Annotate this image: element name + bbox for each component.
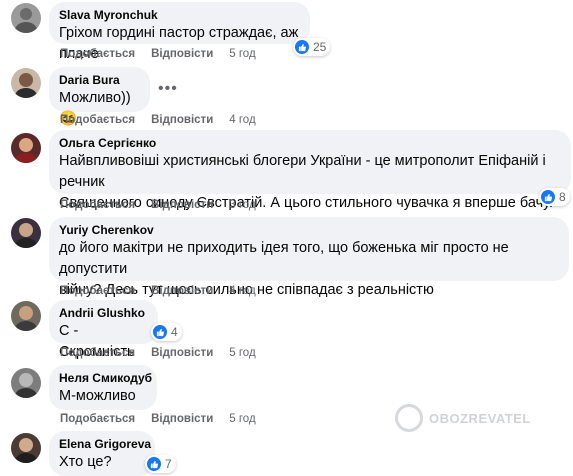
comment-time[interactable]: 4 год (229, 114, 255, 126)
reply-button[interactable]: Відповісти (151, 285, 213, 297)
more-options-icon[interactable]: ••• (158, 80, 178, 98)
avatar[interactable] (11, 133, 41, 163)
comment-text-line: до його макітри не приходить ідея того, … (59, 240, 509, 277)
avatar[interactable] (11, 68, 41, 98)
like-icon (541, 190, 555, 204)
reaction-count[interactable]: 4 (151, 323, 182, 341)
comment-bubble: Daria Bura Можливо)) 😆 (49, 67, 150, 127)
comment-time[interactable]: 5 год (229, 347, 255, 359)
reaction-number: 4 (171, 325, 178, 339)
comment-bubble: Andrii Glushko С - Скромність (49, 300, 158, 360)
like-icon (153, 325, 167, 339)
like-icon (295, 40, 309, 54)
comment-bubble: Elena Grigoreva Хто це? (49, 431, 155, 476)
comment-author[interactable]: Andrii Glushko (59, 306, 148, 321)
avatar[interactable] (11, 301, 41, 331)
comment-text: М-можливо (59, 388, 136, 404)
like-button[interactable]: Подобається (60, 48, 135, 60)
reply-button[interactable]: Відповісти (151, 114, 213, 126)
avatar[interactable] (11, 368, 41, 398)
comment-actions: Подобається Відповісти 4 год (60, 285, 272, 297)
reply-button[interactable]: Відповісти (151, 199, 213, 211)
like-button[interactable]: Подобається (60, 413, 135, 425)
reaction-number: 7 (165, 457, 172, 471)
comment-text: Хто це? (59, 454, 112, 470)
reply-button[interactable]: Відповісти (151, 413, 213, 425)
reaction-count[interactable]: 25 (293, 38, 331, 56)
comment-actions: Подобається Відповісти 3 год (60, 199, 272, 211)
reaction-count[interactable]: 8 (539, 188, 570, 206)
comment-actions: Подобається Відповісти 4 год (60, 114, 272, 126)
comment-time[interactable]: 5 год (229, 413, 255, 425)
watermark: OBOZREVATEL (395, 404, 531, 432)
like-button[interactable]: Подобається (60, 285, 135, 297)
comment-bubble: Ольга Сергієнко Найвпливовіші християнсь… (49, 130, 571, 211)
comment-text-line: Найвпливовіші християнські блогери Украї… (59, 153, 546, 190)
comment-time[interactable]: 3 год (229, 199, 255, 211)
reaction-number: 25 (313, 40, 327, 54)
comment-actions: Подобається Відповісти 5 год (60, 413, 272, 425)
watermark-logo-icon (395, 404, 423, 432)
comment-bubble: Slava Myronchuk Гріхом гордині пастор ст… (49, 2, 310, 62)
reaction-count[interactable]: 7 (145, 455, 176, 473)
like-button[interactable]: Подобається (60, 347, 135, 359)
reply-button[interactable]: Відповісти (151, 347, 213, 359)
comment-actions: Подобається Відповісти 5 год (60, 48, 272, 60)
comment-bubble: Неля Смикодуб М-можливо (49, 365, 157, 410)
like-button[interactable]: Подобається (60, 114, 135, 126)
watermark-text: OBOZREVATEL (429, 410, 531, 426)
comment-author[interactable]: Slava Myronchuk (59, 8, 300, 23)
comment-author[interactable]: Yuriy Cherenkov (59, 223, 559, 238)
reply-button[interactable]: Відповісти (151, 48, 213, 60)
comment-actions: Подобається Відповісти 5 год (60, 347, 272, 359)
reaction-number: 8 (559, 190, 566, 204)
comment-author[interactable]: Неля Смикодуб (59, 371, 152, 386)
comment-author[interactable]: Elena Grigoreva (59, 437, 151, 452)
comment-author[interactable]: Ольга Сергієнко (59, 136, 561, 151)
avatar[interactable] (11, 218, 41, 248)
comment-time[interactable]: 4 год (229, 285, 255, 297)
like-icon (147, 457, 161, 471)
avatar[interactable] (11, 3, 41, 33)
comment-bubble: Yuriy Cherenkov до його макітри не прихо… (49, 217, 569, 298)
like-button[interactable]: Подобається (60, 199, 135, 211)
comment-author[interactable]: Daria Bura (59, 73, 140, 88)
comment-time[interactable]: 5 год (229, 48, 255, 60)
avatar[interactable] (11, 433, 41, 463)
